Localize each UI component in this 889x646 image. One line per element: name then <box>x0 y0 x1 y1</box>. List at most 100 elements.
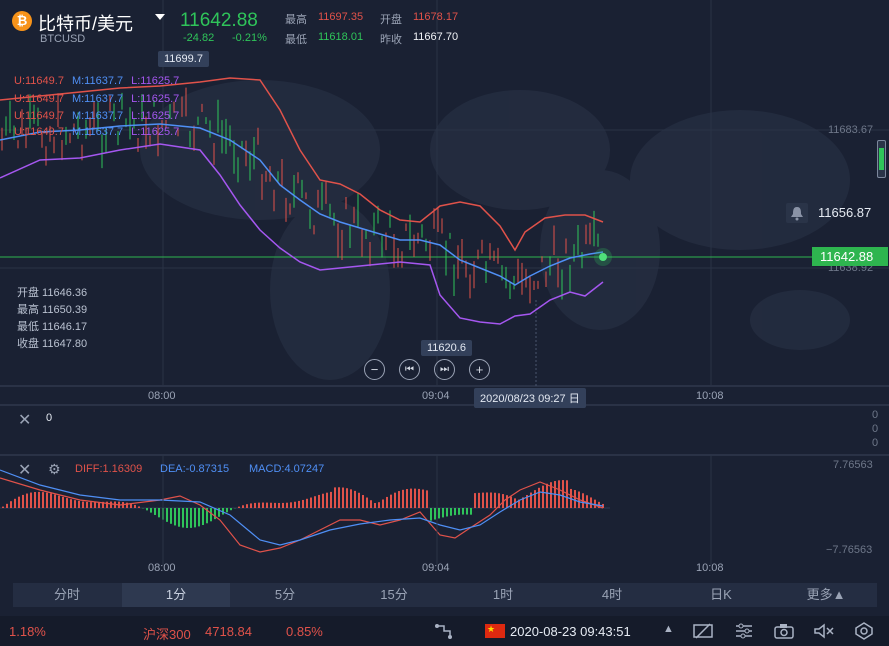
period-tab[interactable]: 分时 <box>13 583 121 607</box>
macd-bar <box>226 508 228 513</box>
macd-bar <box>94 502 96 508</box>
boll-legend-row: U:11649.7 M:11637.7 L:11625.7 <box>14 110 187 122</box>
scroll-handle-fill <box>879 148 884 170</box>
camera-icon[interactable] <box>773 622 795 643</box>
boll-legend-row: U:11649.7 M:11637.7 L:11625.7 <box>14 126 187 138</box>
boll-middle: M:11637.7 <box>71 110 124 122</box>
scroll-left-button[interactable]: ⏮ <box>399 359 420 380</box>
macd-bar <box>342 487 344 508</box>
macd-bar <box>482 492 484 508</box>
macd-bar <box>506 495 508 508</box>
ohlc-open: 开盘 11646.36 <box>17 287 88 299</box>
macd-bar <box>322 493 324 508</box>
macd-axis-top: 7.76563 <box>833 459 873 471</box>
macd-bar <box>294 501 296 508</box>
macd-bar <box>138 506 140 508</box>
macd-bar <box>154 508 156 515</box>
macd-bar <box>314 496 316 508</box>
macd-bar <box>34 492 36 508</box>
macd-bar <box>238 506 240 508</box>
min-price-tag: 11620.6 <box>421 340 472 356</box>
macd-bar <box>378 502 380 508</box>
scroll-right-button[interactable]: ⏭ <box>434 359 455 380</box>
macd-bar <box>574 490 576 508</box>
macd-bar <box>414 488 416 508</box>
macd-bar <box>366 497 368 508</box>
macd-bar <box>262 502 264 508</box>
macd-bar <box>562 480 564 508</box>
high-value: 11697.35 <box>318 11 364 23</box>
macd-bar <box>350 489 352 508</box>
macd-bar <box>62 496 64 508</box>
screen-icon[interactable] <box>692 622 714 643</box>
more-periods-button[interactable]: 更多▲ <box>776 583 876 607</box>
open-value: 11678.17 <box>413 11 459 23</box>
macd-bar <box>274 502 276 508</box>
triangle-up-icon[interactable]: ▲ <box>663 623 674 635</box>
eye-icon[interactable] <box>853 621 875 644</box>
period-tab[interactable]: 日K <box>667 583 775 607</box>
macd-bar <box>86 501 88 508</box>
close-icon[interactable]: ✕ <box>18 410 31 430</box>
macd-bar <box>90 502 92 508</box>
macd-bar <box>30 492 32 508</box>
time-axis-label: 08:00 <box>148 562 176 574</box>
alert-price[interactable]: 11656.87 <box>818 205 871 220</box>
period-tab[interactable]: 1时 <box>449 583 557 607</box>
boll-upper: U:11649.7 <box>14 93 64 105</box>
macd-bar <box>474 493 476 508</box>
period-tab[interactable]: 15分 <box>340 583 448 607</box>
macd-bar <box>174 508 176 526</box>
index-pct: 0.85% <box>286 624 323 639</box>
macd-bar <box>66 498 68 508</box>
bitcoin-icon: ₿ <box>12 11 32 31</box>
zoom-out-button[interactable]: − <box>364 359 385 380</box>
boll-lower: L:11625.7 <box>131 110 180 122</box>
period-tab[interactable]: 4时 <box>558 583 666 607</box>
macd-bar <box>478 492 480 508</box>
draw-icon[interactable] <box>434 622 454 643</box>
open-label: 开盘 <box>380 14 402 26</box>
close-icon[interactable]: ✕ <box>18 460 31 480</box>
chevron-down-icon[interactable] <box>155 14 165 20</box>
time-axis-label: 10:08 <box>696 562 724 574</box>
bell-icon[interactable] <box>786 203 808 223</box>
macd-bar <box>82 501 84 508</box>
macd-bar <box>486 492 488 508</box>
macd-bar <box>178 508 180 527</box>
low-label: 最低 <box>285 34 307 46</box>
macd-bar <box>306 498 308 508</box>
macd-bar <box>186 508 188 528</box>
macd-bar <box>470 508 472 515</box>
period-tab[interactable]: 5分 <box>231 583 339 607</box>
settings-icon[interactable] <box>733 622 755 643</box>
macd-bar <box>346 488 348 508</box>
china-flag-icon: ★ <box>485 624 505 638</box>
macd-bar <box>158 508 160 518</box>
period-tab-active[interactable]: 1分 <box>122 583 230 607</box>
macd-bar <box>254 502 256 508</box>
macd-bar <box>318 494 320 508</box>
zoom-in-button[interactable]: + <box>469 359 490 380</box>
price-axis-label: 11683.67 <box>828 124 874 136</box>
macd-bar <box>70 499 72 508</box>
boll-legend-row: U:11649.7 M:11637.7 L:11625.7 <box>14 75 187 87</box>
boll-middle: M:11637.7 <box>71 126 124 138</box>
macd-bar <box>46 492 48 508</box>
macd-bar <box>334 487 336 508</box>
macd-bar <box>230 508 232 511</box>
macd-axis-bottom: −7.76563 <box>826 544 873 556</box>
macd-bar <box>150 508 152 513</box>
index-name[interactable]: 沪深300 <box>143 624 191 643</box>
pair-code: BTCUSD <box>40 33 86 45</box>
macd-bar <box>490 492 492 508</box>
macd-bar <box>18 496 20 508</box>
mute-icon[interactable] <box>813 622 835 643</box>
ohlc-close: 收盘 11647.80 <box>17 338 88 350</box>
gear-icon[interactable]: ⚙ <box>48 461 61 478</box>
high-label: 最高 <box>285 14 307 26</box>
boll-upper: U:11649.7 <box>14 75 64 87</box>
macd-bar <box>542 485 544 508</box>
volume-axis-label: 0 <box>872 409 879 421</box>
macd-bar <box>370 500 372 508</box>
